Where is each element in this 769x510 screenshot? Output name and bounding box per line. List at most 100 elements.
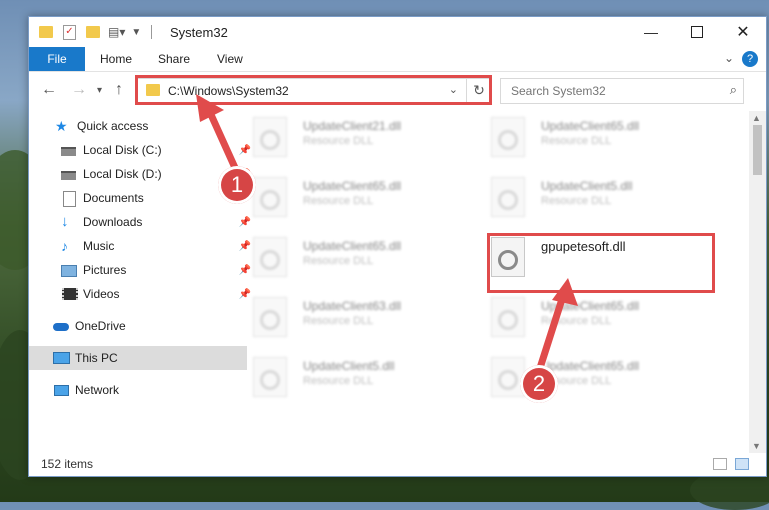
close-button[interactable]: ✕ (720, 17, 766, 47)
sidebar-item-videos[interactable]: Videos 📌 (29, 282, 255, 306)
folder-icon[interactable] (39, 26, 53, 38)
scroll-down-icon[interactable]: ▼ (752, 441, 761, 451)
drive-icon (61, 142, 77, 158)
file-type: Resource DLL (303, 255, 374, 267)
properties-icon[interactable]: ✓ (63, 24, 76, 40)
list-item[interactable]: UpdateClient5.dll Resource DLL (239, 351, 459, 401)
search-box[interactable]: ⌕ (500, 78, 744, 104)
expand-ribbon-icon[interactable]: ⌄ (724, 51, 734, 65)
scrollbar-thumb[interactable] (753, 125, 762, 175)
drive-icon (61, 166, 77, 182)
large-icons-view-icon[interactable] (735, 458, 749, 470)
tab-home[interactable]: Home (100, 47, 132, 71)
title-bar: ✓ ▤▾ ▼ System32 — ✕ (29, 17, 766, 47)
sidebar-item-label: Local Disk (C:) (83, 143, 162, 157)
title-separator (151, 25, 153, 39)
file-name: UpdateClient65.dll (303, 179, 402, 193)
status-bar: 152 items (29, 452, 766, 476)
window-title: System32 (170, 25, 228, 40)
network-icon (53, 382, 69, 398)
scroll-up-icon[interactable]: ▲ (752, 113, 761, 123)
new-folder-icon[interactable] (86, 26, 100, 38)
dll-file-icon (491, 297, 525, 337)
dll-file-icon (253, 237, 287, 277)
sidebar-item-pictures[interactable]: Pictures 📌 (29, 258, 255, 282)
list-item[interactable]: UpdateClient65.dll Resource DLL (239, 171, 459, 221)
cloud-icon (53, 318, 69, 334)
navigation-pane: ★ Quick access Local Disk (C:) 📌 Local D… (29, 111, 251, 446)
sidebar-item-quick-access[interactable]: ★ Quick access (29, 114, 249, 138)
sidebar-item-label: Downloads (83, 215, 143, 229)
sidebar-item-label: Local Disk (D:) (83, 167, 162, 181)
dll-file-icon (491, 357, 525, 397)
minimize-button[interactable]: — (628, 17, 674, 47)
item-count: 152 items (41, 457, 94, 471)
list-item[interactable]: UpdateClient65.dll Resource DLL (477, 291, 697, 341)
list-item[interactable]: UpdateClient5.dll Resource DLL (477, 171, 697, 221)
forward-button[interactable]: → (71, 81, 87, 99)
sidebar-item-label: This PC (75, 351, 118, 365)
minimize-icon: — (644, 24, 658, 40)
arrow-up-icon: ↑ (115, 81, 123, 98)
search-icon[interactable]: ⌕ (730, 82, 737, 98)
computer-icon (53, 350, 70, 366)
up-button[interactable]: ↑ (115, 81, 123, 99)
sidebar-item-network[interactable]: Network (29, 378, 247, 402)
file-type: Resource DLL (541, 315, 612, 327)
sidebar-item-label: OneDrive (75, 319, 126, 333)
step-2-badge: 2 (520, 365, 558, 403)
navigation-bar: ← → ▾ ↑ C:\Windows\System32 ⌄ ↻ ⌕ (29, 72, 766, 108)
sidebar-item-downloads[interactable]: ↓ Downloads 📌 (29, 210, 255, 234)
sidebar-item-label: Documents (83, 191, 144, 205)
search-input[interactable] (509, 83, 713, 99)
file-name: UpdateClient5.dll (303, 359, 395, 373)
sidebar-item-label: Pictures (83, 263, 127, 277)
file-highlight-box (487, 233, 715, 293)
vertical-scrollbar[interactable]: ▲ ▼ (749, 111, 766, 453)
file-name: UpdateClient5.dll (541, 179, 633, 193)
dll-file-icon (253, 177, 287, 217)
dll-file-icon (491, 177, 525, 217)
file-name: UpdateClient63.dll (303, 299, 402, 313)
pictures-icon (61, 262, 77, 278)
sidebar-item-label: Music (83, 239, 115, 253)
back-button[interactable]: ← (41, 81, 57, 99)
maximize-icon (691, 26, 703, 38)
download-icon: ↓ (61, 213, 69, 230)
documents-icon (61, 190, 77, 207)
file-type: Resource DLL (541, 195, 612, 207)
sidebar-item-this-pc[interactable]: This PC (29, 346, 247, 370)
help-icon[interactable]: ? (742, 51, 758, 67)
sidebar-item-label: Quick access (77, 119, 149, 133)
file-name: UpdateClient65.dll (303, 239, 402, 253)
tab-file[interactable]: File (29, 47, 85, 71)
list-item[interactable]: UpdateClient63.dll Resource DLL (239, 291, 459, 341)
dll-file-icon (253, 117, 287, 157)
music-icon: ♪ (61, 238, 68, 254)
view-options-icon[interactable]: ▤▾ (108, 25, 125, 39)
file-type: Resource DLL (303, 135, 374, 147)
recent-locations-button[interactable]: ▾ (97, 85, 102, 96)
tab-share[interactable]: Share (158, 47, 190, 71)
ribbon: File Home Share View ⌄ ? (29, 47, 766, 72)
tab-view[interactable]: View (217, 47, 243, 71)
file-name: UpdateClient21.dll (303, 119, 402, 133)
file-name: UpdateClient65.dll (541, 119, 640, 133)
maximize-button[interactable] (674, 17, 720, 47)
details-view-icon[interactable] (713, 458, 727, 470)
list-item[interactable]: UpdateClient65.dll Resource DLL (239, 231, 459, 281)
list-item[interactable]: UpdateClient65.dll Resource DLL (477, 111, 697, 161)
dll-file-icon (253, 357, 287, 397)
list-item[interactable]: UpdateClient65.dll Resource DLL (477, 351, 697, 401)
customize-toolbar-icon[interactable]: ▼ (131, 27, 141, 38)
sidebar-item-music[interactable]: ♪ Music 📌 (29, 234, 255, 258)
list-item[interactable]: UpdateClient21.dll Resource DLL (239, 111, 459, 161)
sidebar-item-local-disk-c[interactable]: Local Disk (C:) 📌 (29, 138, 255, 162)
dll-file-icon (253, 297, 287, 337)
file-name: UpdateClient65.dll (541, 359, 640, 373)
file-name: UpdateClient65.dll (541, 299, 640, 313)
sidebar-item-onedrive[interactable]: OneDrive (29, 314, 247, 338)
close-icon: ✕ (736, 24, 750, 41)
step-1-badge: 1 (218, 166, 256, 204)
arrow-right-icon: → (71, 81, 87, 98)
